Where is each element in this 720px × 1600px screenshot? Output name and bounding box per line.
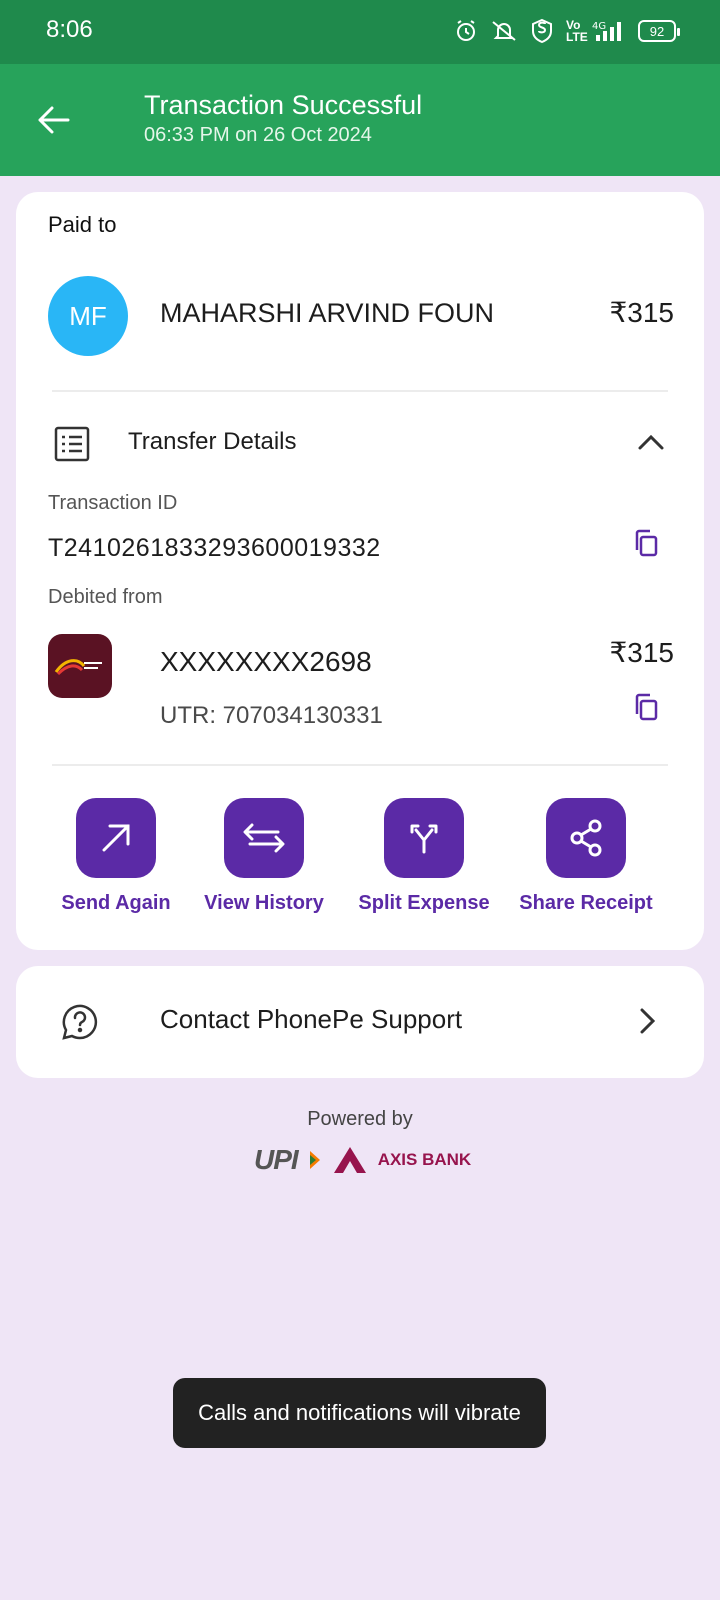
- app-bar: Transaction Successful 06:33 PM on 26 Oc…: [0, 64, 720, 176]
- signal-icon: 4G: [592, 21, 621, 41]
- bank-logo: [48, 634, 112, 698]
- volte-label: Vo LTE: [566, 18, 588, 44]
- send-again-button[interactable]: Send Again: [46, 798, 186, 915]
- upi-logo: UPI: [254, 1144, 299, 1175]
- divider: [52, 764, 668, 766]
- payee-name: MAHARSHI ARVIND FOUN: [160, 298, 495, 328]
- arrow-up-right-icon: [102, 824, 130, 852]
- view-history-button[interactable]: View History: [194, 798, 334, 915]
- share-receipt-icon-button[interactable]: [546, 798, 626, 878]
- battery-level: 92: [649, 23, 665, 39]
- page-title: Transaction Successful: [144, 90, 423, 120]
- bank-logo-icon: [54, 659, 102, 676]
- transfer-details-label[interactable]: Transfer Details: [128, 428, 297, 456]
- alarm-icon: [457, 20, 475, 41]
- status-time: 8:06: [46, 16, 93, 43]
- send-again-label: Send Again: [61, 892, 171, 914]
- share-receipt-button[interactable]: Share Receipt: [516, 798, 656, 915]
- svg-text:4G: 4G: [592, 21, 606, 32]
- share-icon: [570, 819, 602, 857]
- powered-by-label: Powered by: [307, 1108, 413, 1130]
- chevron-right-icon[interactable]: [632, 1006, 662, 1036]
- split-icon: [410, 824, 438, 854]
- send-again-icon-button[interactable]: [76, 798, 156, 878]
- share-receipt-label: Share Receipt: [519, 892, 653, 914]
- avatar: MF: [48, 276, 128, 356]
- paid-to-label: Paid to: [48, 212, 117, 237]
- transaction-timestamp: 06:33 PM on 26 Oct 2024: [144, 124, 372, 146]
- transaction-card: Paid to MF MAHARSHI ARVIND FOUN ₹315 Tra…: [16, 192, 704, 950]
- copy-utr-icon[interactable]: [632, 692, 660, 722]
- split-expense-button[interactable]: Split Expense: [354, 798, 494, 915]
- toast-message: Calls and notifications will vibrate: [173, 1378, 546, 1448]
- upi-arrow-icon: [309, 1151, 320, 1169]
- split-expense-icon-button[interactable]: [384, 798, 464, 878]
- quick-actions: Send Again View History Split Expense Sh…: [16, 798, 704, 928]
- mute-bell-icon: [492, 21, 516, 41]
- utr-number: UTR: 707034130331: [160, 702, 383, 729]
- view-history-label: View History: [204, 892, 324, 914]
- debited-from-label: Debited from: [48, 586, 163, 608]
- debit-amount: ₹315: [609, 637, 674, 668]
- transaction-id-label: Transaction ID: [48, 492, 178, 514]
- battery-indicator: 92: [638, 20, 680, 42]
- status-icons: Vo LTE 4G 92: [454, 18, 680, 44]
- help-chat-icon: [62, 1004, 98, 1040]
- debit-account-number: XXXXXXXX2698: [160, 646, 372, 677]
- support-card[interactable]: Contact PhonePe Support: [16, 966, 704, 1078]
- paid-amount: ₹315: [609, 297, 674, 328]
- divider: [52, 390, 668, 392]
- back-arrow-icon[interactable]: [34, 100, 74, 140]
- avatar-initials: MF: [69, 300, 107, 331]
- transaction-id-value: T2410261833293600019332: [48, 534, 381, 562]
- view-history-icon-button[interactable]: [224, 798, 304, 878]
- shield-icon: [532, 18, 552, 44]
- partner-logos: UPI AXIS BANK: [254, 1144, 471, 1176]
- status-bar: 8:06 Vo LTE 4G 92: [0, 0, 720, 64]
- transfer-arrows-icon: [243, 823, 285, 853]
- axis-bank-label: AXIS BANK: [377, 1150, 472, 1169]
- chevron-up-icon[interactable]: [636, 428, 666, 458]
- split-expense-label: Split Expense: [358, 892, 490, 914]
- contact-support-label: Contact PhonePe Support: [160, 1004, 463, 1034]
- axis-bank-logo-icon: [333, 1147, 366, 1173]
- copy-icon[interactable]: [632, 528, 660, 558]
- list-document-icon: [54, 426, 90, 462]
